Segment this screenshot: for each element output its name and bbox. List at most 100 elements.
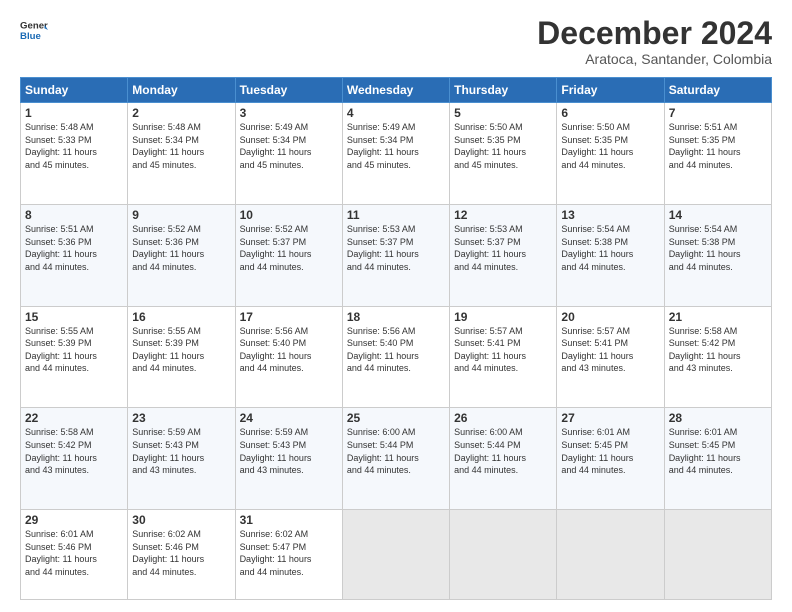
day-number: 15 [25, 310, 123, 324]
day-number: 10 [240, 208, 338, 222]
page: General Blue December 2024 Aratoca, Sant… [0, 0, 792, 612]
day-info: Sunrise: 6:00 AM Sunset: 5:44 PM Dayligh… [454, 426, 552, 476]
header: General Blue December 2024 Aratoca, Sant… [20, 16, 772, 67]
day-number: 16 [132, 310, 230, 324]
day-info: Sunrise: 5:55 AM Sunset: 5:39 PM Dayligh… [132, 325, 230, 375]
day-info: Sunrise: 5:50 AM Sunset: 5:35 PM Dayligh… [454, 121, 552, 171]
day-number: 19 [454, 310, 552, 324]
day-info: Sunrise: 5:57 AM Sunset: 5:41 PM Dayligh… [454, 325, 552, 375]
calendar-day-cell: 24Sunrise: 5:59 AM Sunset: 5:43 PM Dayli… [235, 408, 342, 510]
calendar-day-cell: 25Sunrise: 6:00 AM Sunset: 5:44 PM Dayli… [342, 408, 449, 510]
day-number: 29 [25, 513, 123, 527]
day-number: 27 [561, 411, 659, 425]
calendar-day-cell: 18Sunrise: 5:56 AM Sunset: 5:40 PM Dayli… [342, 306, 449, 408]
calendar-day-cell: 16Sunrise: 5:55 AM Sunset: 5:39 PM Dayli… [128, 306, 235, 408]
day-info: Sunrise: 6:00 AM Sunset: 5:44 PM Dayligh… [347, 426, 445, 476]
day-number: 28 [669, 411, 767, 425]
day-number: 22 [25, 411, 123, 425]
calendar-week-row: 29Sunrise: 6:01 AM Sunset: 5:46 PM Dayli… [21, 510, 772, 600]
day-number: 3 [240, 106, 338, 120]
day-info: Sunrise: 5:52 AM Sunset: 5:37 PM Dayligh… [240, 223, 338, 273]
day-number: 31 [240, 513, 338, 527]
calendar-day-cell: 26Sunrise: 6:00 AM Sunset: 5:44 PM Dayli… [450, 408, 557, 510]
day-number: 2 [132, 106, 230, 120]
calendar-day-cell: 3Sunrise: 5:49 AM Sunset: 5:34 PM Daylig… [235, 103, 342, 205]
calendar-day-cell: 30Sunrise: 6:02 AM Sunset: 5:46 PM Dayli… [128, 510, 235, 600]
calendar-day-cell: 22Sunrise: 5:58 AM Sunset: 5:42 PM Dayli… [21, 408, 128, 510]
calendar-day-cell: 15Sunrise: 5:55 AM Sunset: 5:39 PM Dayli… [21, 306, 128, 408]
day-number: 26 [454, 411, 552, 425]
day-info: Sunrise: 5:49 AM Sunset: 5:34 PM Dayligh… [240, 121, 338, 171]
calendar-day-cell: 14Sunrise: 5:54 AM Sunset: 5:38 PM Dayli… [664, 204, 771, 306]
calendar-day-cell: 28Sunrise: 6:01 AM Sunset: 5:45 PM Dayli… [664, 408, 771, 510]
day-info: Sunrise: 5:58 AM Sunset: 5:42 PM Dayligh… [25, 426, 123, 476]
calendar-day-cell: 12Sunrise: 5:53 AM Sunset: 5:37 PM Dayli… [450, 204, 557, 306]
logo-icon: General Blue [20, 16, 48, 44]
calendar-day-cell [664, 510, 771, 600]
day-info: Sunrise: 5:52 AM Sunset: 5:36 PM Dayligh… [132, 223, 230, 273]
calendar-day-cell: 21Sunrise: 5:58 AM Sunset: 5:42 PM Dayli… [664, 306, 771, 408]
day-number: 7 [669, 106, 767, 120]
calendar-day-cell: 5Sunrise: 5:50 AM Sunset: 5:35 PM Daylig… [450, 103, 557, 205]
day-info: Sunrise: 6:01 AM Sunset: 5:45 PM Dayligh… [561, 426, 659, 476]
calendar-day-cell: 4Sunrise: 5:49 AM Sunset: 5:34 PM Daylig… [342, 103, 449, 205]
calendar-day-cell: 19Sunrise: 5:57 AM Sunset: 5:41 PM Dayli… [450, 306, 557, 408]
day-info: Sunrise: 5:48 AM Sunset: 5:33 PM Dayligh… [25, 121, 123, 171]
day-number: 18 [347, 310, 445, 324]
day-number: 5 [454, 106, 552, 120]
calendar-day-cell: 29Sunrise: 6:01 AM Sunset: 5:46 PM Dayli… [21, 510, 128, 600]
day-info: Sunrise: 5:57 AM Sunset: 5:41 PM Dayligh… [561, 325, 659, 375]
day-info: Sunrise: 5:53 AM Sunset: 5:37 PM Dayligh… [454, 223, 552, 273]
calendar-day-cell: 11Sunrise: 5:53 AM Sunset: 5:37 PM Dayli… [342, 204, 449, 306]
day-info: Sunrise: 6:02 AM Sunset: 5:46 PM Dayligh… [132, 528, 230, 578]
calendar-day-cell: 13Sunrise: 5:54 AM Sunset: 5:38 PM Dayli… [557, 204, 664, 306]
day-number: 17 [240, 310, 338, 324]
day-info: Sunrise: 5:56 AM Sunset: 5:40 PM Dayligh… [240, 325, 338, 375]
day-number: 9 [132, 208, 230, 222]
day-number: 8 [25, 208, 123, 222]
day-info: Sunrise: 5:59 AM Sunset: 5:43 PM Dayligh… [132, 426, 230, 476]
day-info: Sunrise: 5:50 AM Sunset: 5:35 PM Dayligh… [561, 121, 659, 171]
day-info: Sunrise: 5:54 AM Sunset: 5:38 PM Dayligh… [669, 223, 767, 273]
day-info: Sunrise: 5:56 AM Sunset: 5:40 PM Dayligh… [347, 325, 445, 375]
calendar-day-header: Wednesday [342, 78, 449, 103]
calendar-day-cell: 6Sunrise: 5:50 AM Sunset: 5:35 PM Daylig… [557, 103, 664, 205]
day-number: 24 [240, 411, 338, 425]
calendar-day-cell: 20Sunrise: 5:57 AM Sunset: 5:41 PM Dayli… [557, 306, 664, 408]
day-number: 23 [132, 411, 230, 425]
day-info: Sunrise: 6:01 AM Sunset: 5:45 PM Dayligh… [669, 426, 767, 476]
day-number: 25 [347, 411, 445, 425]
calendar-day-cell: 8Sunrise: 5:51 AM Sunset: 5:36 PM Daylig… [21, 204, 128, 306]
calendar-week-row: 22Sunrise: 5:58 AM Sunset: 5:42 PM Dayli… [21, 408, 772, 510]
calendar-table: SundayMondayTuesdayWednesdayThursdayFrid… [20, 77, 772, 600]
calendar-day-header: Monday [128, 78, 235, 103]
day-number: 13 [561, 208, 659, 222]
calendar-day-cell: 7Sunrise: 5:51 AM Sunset: 5:35 PM Daylig… [664, 103, 771, 205]
day-number: 11 [347, 208, 445, 222]
calendar-day-cell: 10Sunrise: 5:52 AM Sunset: 5:37 PM Dayli… [235, 204, 342, 306]
calendar-day-header: Tuesday [235, 78, 342, 103]
day-number: 21 [669, 310, 767, 324]
calendar-day-header: Sunday [21, 78, 128, 103]
svg-text:Blue: Blue [20, 31, 41, 42]
calendar-day-cell [450, 510, 557, 600]
calendar-day-cell: 17Sunrise: 5:56 AM Sunset: 5:40 PM Dayli… [235, 306, 342, 408]
day-number: 4 [347, 106, 445, 120]
day-info: Sunrise: 6:02 AM Sunset: 5:47 PM Dayligh… [240, 528, 338, 578]
day-number: 14 [669, 208, 767, 222]
day-info: Sunrise: 5:59 AM Sunset: 5:43 PM Dayligh… [240, 426, 338, 476]
day-info: Sunrise: 5:53 AM Sunset: 5:37 PM Dayligh… [347, 223, 445, 273]
day-info: Sunrise: 5:48 AM Sunset: 5:34 PM Dayligh… [132, 121, 230, 171]
calendar-day-cell: 27Sunrise: 6:01 AM Sunset: 5:45 PM Dayli… [557, 408, 664, 510]
calendar-week-row: 1Sunrise: 5:48 AM Sunset: 5:33 PM Daylig… [21, 103, 772, 205]
day-info: Sunrise: 5:49 AM Sunset: 5:34 PM Dayligh… [347, 121, 445, 171]
svg-text:General: General [20, 20, 48, 31]
calendar-week-row: 15 Sunrise: 5:55 AM Sunset: 5:39 PM Dayli… [21, 306, 772, 408]
title-block: December 2024 Aratoca, Santander, Colomb… [537, 16, 772, 67]
day-info: Sunrise: 6:01 AM Sunset: 5:46 PM Dayligh… [25, 528, 123, 578]
day-number: 12 [454, 208, 552, 222]
calendar-day-cell: 2Sunrise: 5:48 AM Sunset: 5:34 PM Daylig… [128, 103, 235, 205]
calendar-day-header: Friday [557, 78, 664, 103]
day-number: 20 [561, 310, 659, 324]
subtitle: Aratoca, Santander, Colombia [537, 51, 772, 67]
